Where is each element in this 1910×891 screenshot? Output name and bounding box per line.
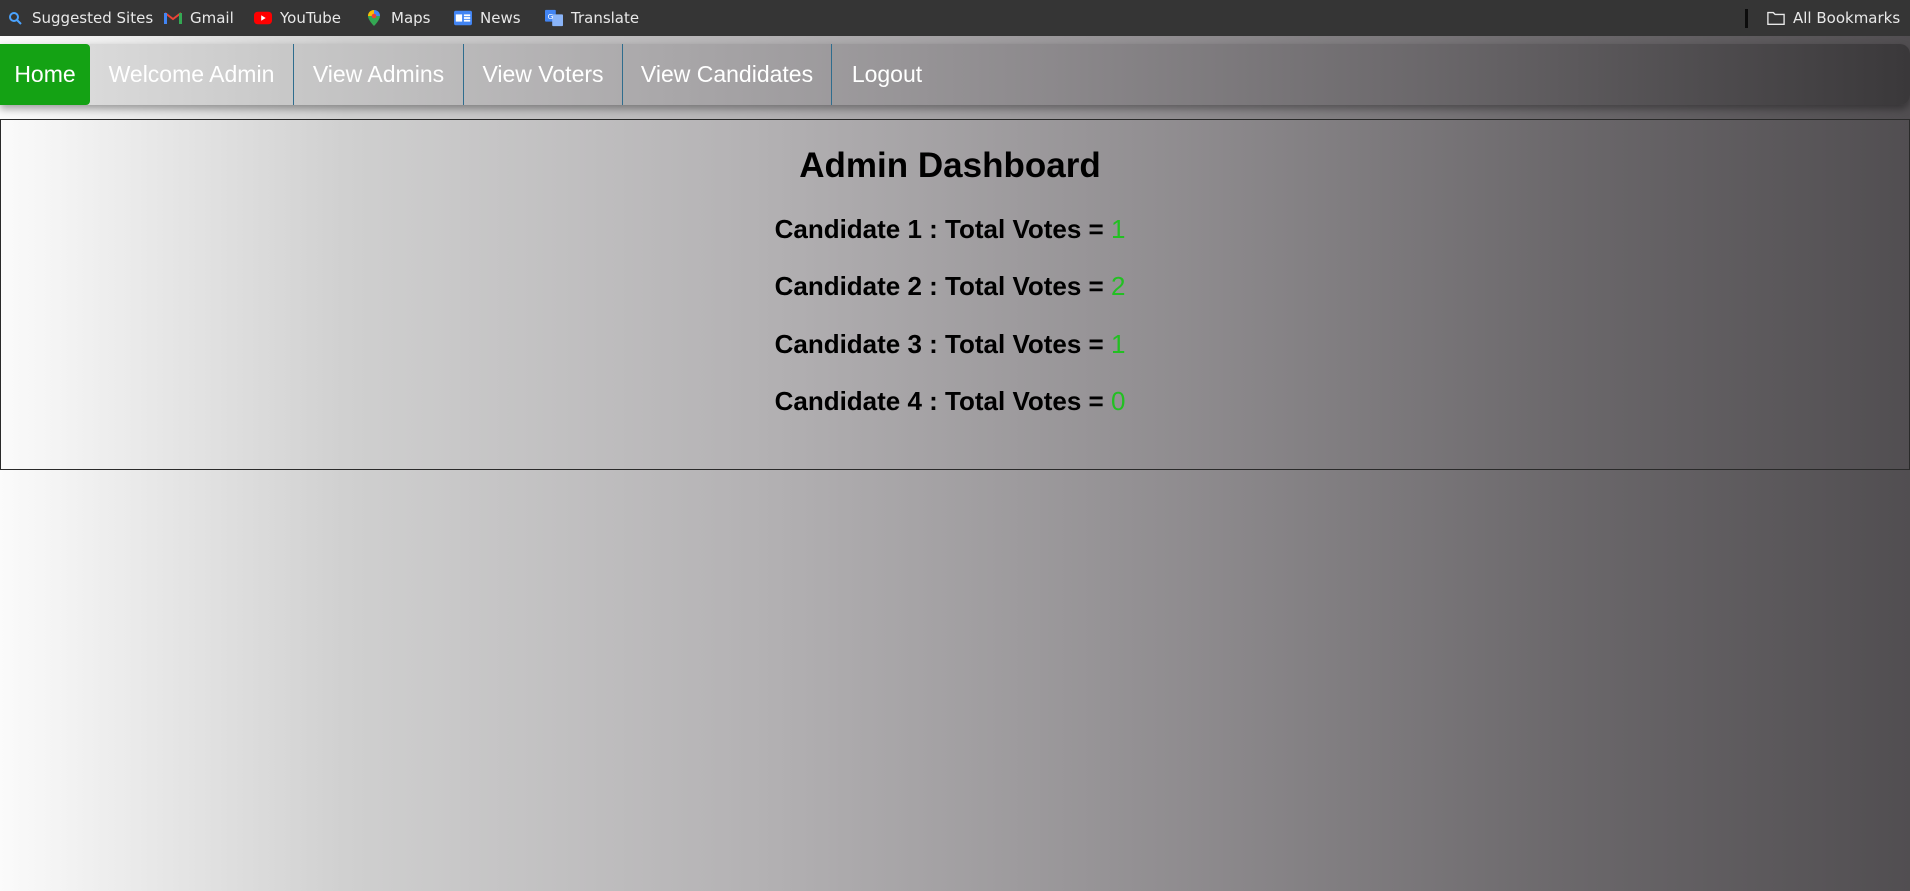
vote-count: 0 — [1110, 386, 1126, 416]
nav-view-candidates-label: View Candidates — [640, 61, 814, 87]
all-bookmarks-label: All Bookmarks — [1793, 9, 1901, 27]
nav-welcome-admin-label: Welcome Admin — [108, 61, 275, 87]
bookmark-translate[interactable]: G Translate — [545, 0, 639, 36]
folder-icon — [1767, 9, 1785, 27]
candidate-vote-line: Candidate 2 : Total Votes = 2 — [0, 271, 1900, 302]
bookmarks-bar: Suggested Sites Gmail YouTube Maps News … — [0, 0, 1910, 36]
nav-home[interactable]: Home — [0, 44, 90, 105]
candidate-label: Candidate 3 : Total Votes = — [774, 329, 1111, 359]
maps-pin-icon — [365, 9, 383, 27]
all-bookmarks-button[interactable]: All Bookmarks — [1767, 0, 1900, 36]
gmail-icon — [164, 9, 182, 27]
bookmark-youtube[interactable]: YouTube — [254, 0, 341, 36]
main-navbar: Home Welcome Admin View Admins View Vote… — [0, 44, 1910, 105]
svg-text:G: G — [548, 12, 554, 21]
bookmark-label: News — [480, 9, 521, 27]
candidate-label: Candidate 1 : Total Votes = — [774, 214, 1111, 244]
nav-logout[interactable]: Logout — [832, 44, 942, 105]
vote-count: 1 — [1110, 329, 1126, 359]
candidate-vote-line: Candidate 1 : Total Votes = 1 — [0, 214, 1900, 245]
candidate-vote-line: Candidate 4 : Total Votes = 0 — [0, 386, 1900, 417]
google-translate-icon: G — [545, 9, 563, 27]
page-title: Admin Dashboard — [799, 146, 1101, 185]
bookmark-label: Maps — [391, 9, 431, 27]
bookmark-label: Gmail — [190, 9, 234, 27]
google-news-icon — [454, 9, 472, 27]
bookmark-label: Suggested Sites — [32, 9, 154, 27]
candidate-label: Candidate 4 : Total Votes = — [774, 386, 1111, 416]
vote-count: 2 — [1110, 271, 1126, 301]
bookmark-maps[interactable]: Maps — [365, 0, 430, 36]
nav-view-candidates[interactable]: View Candidates — [623, 44, 832, 105]
bookmarks-separator — [1745, 9, 1748, 28]
search-icon — [6, 9, 24, 27]
candidate-label: Candidate 2 : Total Votes = — [774, 271, 1111, 301]
nav-logout-label: Logout — [851, 61, 923, 87]
bookmark-gmail[interactable]: Gmail — [164, 0, 234, 36]
nav-welcome-admin[interactable]: Welcome Admin — [90, 44, 294, 105]
nav-home-label: Home — [14, 61, 76, 87]
vote-count: 1 — [1110, 214, 1126, 244]
nav-view-admins-label: View Admins — [312, 61, 445, 87]
bookmark-label: Translate — [571, 9, 640, 27]
youtube-icon — [254, 9, 272, 27]
nav-view-voters-label: View Voters — [482, 61, 604, 87]
candidate-vote-line: Candidate 3 : Total Votes = 1 — [0, 329, 1900, 360]
nav-view-admins[interactable]: View Admins — [294, 44, 464, 105]
nav-view-voters[interactable]: View Voters — [464, 44, 623, 105]
bookmark-label: YouTube — [280, 9, 341, 27]
bookmark-news[interactable]: News — [454, 0, 521, 36]
bookmark-suggested-sites[interactable]: Suggested Sites — [6, 0, 153, 36]
